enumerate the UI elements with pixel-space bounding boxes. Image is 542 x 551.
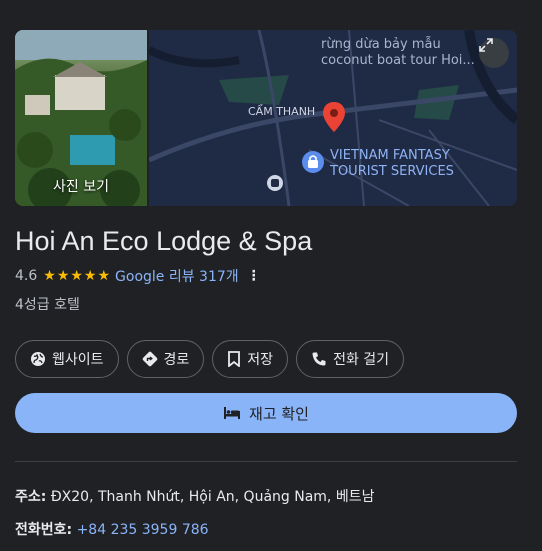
call-button[interactable]: 전화 걸기 [296, 340, 405, 378]
bed-icon [224, 407, 241, 419]
map-label-poi-1: VIETNAM FANTASY [330, 148, 450, 163]
check-availability-button[interactable]: 재고 확인 [15, 393, 517, 433]
more-options-icon[interactable]: ⋮ [247, 268, 261, 284]
website-button[interactable]: 웹사이트 [15, 340, 119, 378]
directions-label: 경로 [163, 352, 190, 368]
save-button[interactable]: 저장 [212, 340, 289, 378]
phone-icon [312, 352, 326, 366]
action-buttons: 웹사이트 경로 저장 전화 걸기 [15, 340, 405, 378]
map-label-poi-2: TOURIST SERVICES [330, 164, 454, 179]
expand-icon [479, 38, 493, 52]
save-label: 저장 [247, 352, 274, 368]
address-value: ĐX20, Thanh Nhứt, Hội An, Quảng Nam, 베트남 [50, 489, 375, 505]
call-label: 전화 걸기 [333, 352, 390, 368]
directions-icon [142, 351, 157, 367]
place-name: Hoi An Eco Lodge & Spa [15, 226, 313, 256]
rating-value: 4.6 [15, 268, 38, 284]
address-row: 주소: ĐX20, Thanh Nhứt, Hội An, Quảng Nam,… [15, 486, 374, 506]
rating-row: 4.6 ★★★★★ Google 리뷰 317개 ⋮ [15, 266, 261, 286]
view-photos-label: 사진 보기 [53, 179, 109, 195]
section-divider [15, 461, 517, 462]
map-label-boat-1: rừng dừa bảy mẫu [321, 37, 441, 52]
map-label-area: CẨM THANH [248, 105, 316, 118]
phone-label: 전화번호: [15, 522, 73, 538]
map-preview[interactable]: rừng dừa bảy mẫu coconut boat tour Hoi..… [149, 30, 517, 206]
reviews-link[interactable]: Google 리뷰 317개 [115, 266, 239, 286]
globe-icon [31, 352, 45, 366]
expand-map-button[interactable] [479, 38, 509, 68]
bookmark-icon [228, 351, 241, 367]
check-availability-label: 재고 확인 [249, 404, 309, 423]
place-category: 4성급 호텔 [15, 297, 80, 313]
website-label: 웹사이트 [52, 352, 104, 368]
hotel-photo[interactable]: 사진 보기 [15, 30, 147, 206]
map-label-boat-2: coconut boat tour Hoi... [321, 53, 475, 68]
phone-row: 전화번호: +84 235 3959 786 [15, 519, 209, 539]
address-label: 주소: [15, 489, 47, 505]
transit-icon [267, 175, 283, 191]
directions-button[interactable]: 경로 [126, 340, 205, 378]
rating-stars: ★★★★★ [43, 268, 112, 284]
phone-number-link[interactable]: +84 235 3959 786 [77, 522, 209, 538]
